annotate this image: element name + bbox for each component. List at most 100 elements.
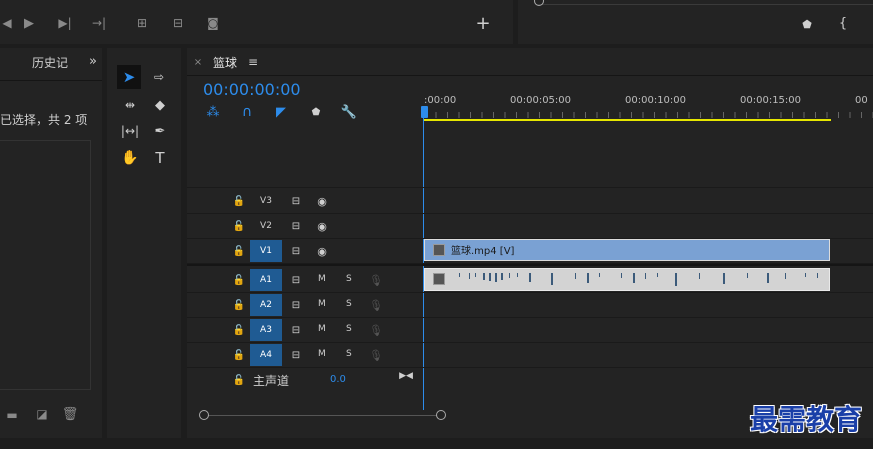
track-target-a2[interactable]: A2 <box>250 294 282 316</box>
ruler-label-0: :00:00 <box>424 95 457 106</box>
project-list-area[interactable] <box>0 140 91 390</box>
go-to-in-icon[interactable]: { <box>836 14 850 32</box>
panel-menu-chevron-icon[interactable]: » <box>86 54 100 69</box>
audio-waveform <box>459 273 818 286</box>
track-select-icon[interactable]: ⇨ <box>147 68 171 86</box>
sync-lock-icon[interactable]: ⊟ <box>289 273 303 287</box>
tab-menu-icon[interactable]: ≡ <box>247 55 259 69</box>
project-panel: 历史记 » 已选择，共 2 项 ▬ ◪ 🗑 <box>0 48 102 438</box>
video-clip[interactable]: 篮球.mp4 [V] <box>424 239 830 261</box>
eye-icon[interactable]: ◉ <box>315 219 329 233</box>
history-tab[interactable]: 历史记 <box>32 54 68 71</box>
sync-lock-icon[interactable]: ⊟ <box>289 348 303 362</box>
snap-icon[interactable]: ∩ <box>239 104 255 120</box>
sync-lock-icon[interactable]: ⊟ <box>289 219 303 233</box>
new-item-icon[interactable]: ◪ <box>34 406 50 422</box>
lock-icon[interactable]: 🔓 <box>233 298 245 312</box>
eye-icon[interactable]: ◉ <box>315 244 329 258</box>
tab-divider <box>0 80 102 81</box>
sync-lock-icon[interactable]: ⊟ <box>289 323 303 337</box>
master-volume-value[interactable]: 0.0 <box>330 374 346 385</box>
ruler-label-20s: 00 <box>855 95 868 106</box>
ruler-minor-ticks <box>424 112 873 118</box>
track-row-a2: 🔓 A2 ⊟ M S 🎙 <box>187 293 873 318</box>
mute-button[interactable]: M <box>318 299 326 309</box>
insert-icon[interactable]: ⊞ <box>132 14 152 32</box>
track-row-v3: 🔓 V3 ⊟ ◉ <box>187 189 873 214</box>
scrubber-handle[interactable] <box>534 0 544 6</box>
selection-tool[interactable]: ➤ <box>117 65 141 89</box>
solo-button[interactable]: S <box>346 324 352 334</box>
master-track-label: 主声道 <box>253 374 290 388</box>
ruler-label-15s: 00:00:15:00 <box>740 95 802 106</box>
eye-icon[interactable]: ◉ <box>315 194 329 208</box>
playhead-timecode[interactable]: 00:00:00:00 <box>203 80 301 99</box>
marker-icon[interactable]: ⬟ <box>800 16 814 32</box>
go-to-out-icon[interactable]: →| <box>90 14 108 32</box>
solo-button[interactable]: S <box>346 349 352 359</box>
tab-underline <box>187 75 873 76</box>
scrubber-track[interactable] <box>536 0 873 5</box>
mic-icon[interactable]: 🎙 <box>369 322 383 338</box>
va-divider <box>187 264 873 266</box>
track-row-a3: 🔓 A3 ⊟ M S 🎙 <box>187 318 873 343</box>
pen-icon[interactable]: ✒ <box>149 122 171 140</box>
mute-button[interactable]: M <box>318 324 326 334</box>
hand-icon[interactable]: ✋ <box>119 149 141 167</box>
track-target-v3[interactable]: V3 <box>250 190 282 212</box>
top-transport-bar: ◀ ▶ ▶| →| ⊞ ⊟ ◙ + <box>0 0 513 44</box>
lock-icon[interactable]: 🔓 <box>233 348 245 362</box>
lock-icon[interactable]: 🔓 <box>233 273 245 287</box>
track-target-a3[interactable]: A3 <box>250 319 282 341</box>
razor-icon[interactable]: ◆ <box>149 96 171 114</box>
lock-icon[interactable]: 🔓 <box>233 373 245 387</box>
lock-icon[interactable]: 🔓 <box>233 219 245 233</box>
solo-button[interactable]: S <box>346 299 352 309</box>
audio-clip[interactable] <box>424 268 830 291</box>
mute-button[interactable]: M <box>318 349 326 359</box>
ripple-edit-icon[interactable]: ⇹ <box>119 96 141 114</box>
step-forward-icon[interactable]: ▶| <box>56 14 74 32</box>
sync-lock-icon[interactable]: ⊟ <box>289 244 303 258</box>
export-frame-icon[interactable]: ◙ <box>204 14 222 32</box>
nest-icon[interactable]: ⁂ <box>205 104 221 120</box>
add-icon[interactable]: + <box>474 13 492 34</box>
sync-lock-icon[interactable]: ⊟ <box>289 194 303 208</box>
overwrite-icon[interactable]: ⊟ <box>168 14 188 32</box>
fx-badge-icon <box>433 244 445 256</box>
playhead-handle[interactable] <box>421 106 428 118</box>
mic-icon[interactable]: 🎙 <box>369 297 383 313</box>
mic-icon[interactable]: 🎙 <box>369 272 383 288</box>
track-target-a4[interactable]: A4 <box>250 344 282 366</box>
wrench-icon[interactable]: 🔧 <box>341 104 357 120</box>
timeline-zoom-scrollbar[interactable] <box>203 415 440 416</box>
top-right-panel: ⬟ { <box>518 0 873 44</box>
solo-button[interactable]: S <box>346 274 352 284</box>
zoom-handle-left[interactable] <box>199 410 209 420</box>
trash-icon[interactable]: 🗑 <box>62 406 79 422</box>
tools-panel: ➤ ⇨ ⇹ ◆ |↔| ✒ ✋ T <box>107 48 181 438</box>
track-target-v2[interactable]: V2 <box>250 215 282 237</box>
lock-icon[interactable]: 🔓 <box>233 194 245 208</box>
sync-lock-icon[interactable]: ⊟ <box>289 298 303 312</box>
close-tab-icon[interactable]: × <box>193 56 203 68</box>
lock-icon[interactable]: 🔓 <box>233 244 245 258</box>
step-back-icon[interactable]: ◀ <box>0 14 14 32</box>
lock-icon[interactable]: 🔓 <box>233 323 245 337</box>
mute-button[interactable]: M <box>318 274 326 284</box>
master-track-expand-icon[interactable]: ▶◀ <box>399 370 413 382</box>
track-target-a1[interactable]: A1 <box>250 269 282 291</box>
sequence-tab[interactable]: 篮球 <box>213 54 237 71</box>
folder-icon[interactable]: ▬ <box>4 408 20 422</box>
track-row-master: 🔓 主声道 0.0 ▶◀ <box>187 368 873 392</box>
zoom-handle-right[interactable] <box>436 410 446 420</box>
track-area-top-divider <box>187 187 873 188</box>
add-marker-icon[interactable]: ⬟ <box>309 105 323 119</box>
slip-icon[interactable]: |↔| <box>119 122 141 140</box>
track-target-v1[interactable]: V1 <box>250 240 282 262</box>
mic-icon[interactable]: 🎙 <box>369 347 383 363</box>
type-icon[interactable]: T <box>149 149 171 167</box>
play-icon[interactable]: ▶ <box>20 14 38 32</box>
work-area-bar[interactable] <box>424 119 831 121</box>
linked-selection-icon[interactable]: ◤ <box>273 104 289 120</box>
